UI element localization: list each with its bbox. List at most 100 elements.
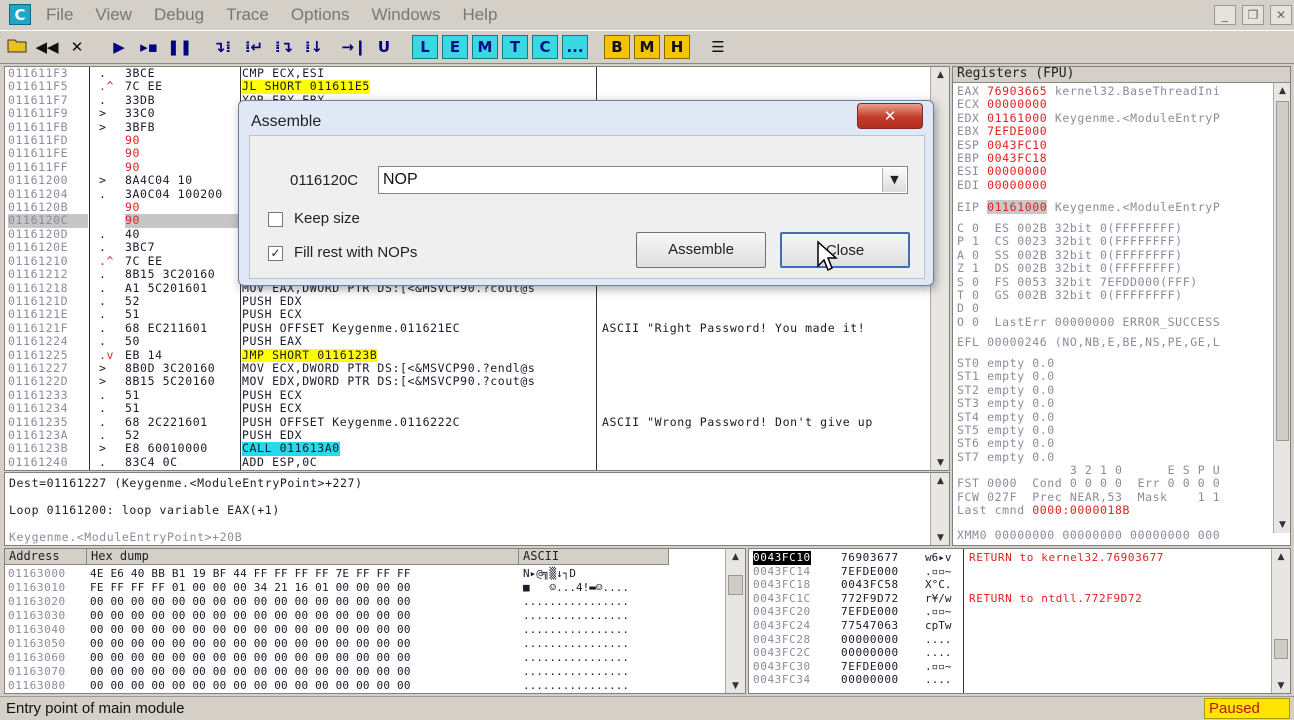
close-window-button[interactable]: ✕: [1270, 5, 1292, 25]
stack-value: 77547063: [841, 618, 899, 632]
trace-into-icon[interactable]: ⁞↴: [270, 35, 298, 59]
dump-address: 01163020: [8, 595, 66, 608]
list-icon[interactable]: ☰: [704, 35, 732, 59]
memory-breakpoints-button[interactable]: M: [634, 35, 660, 59]
app-icon[interactable]: C: [9, 4, 31, 25]
status-text: Entry point of main module: [6, 700, 185, 717]
log-window-button[interactable]: L: [412, 35, 438, 59]
stack-ascii: .▫▫~: [925, 605, 952, 619]
dialog-close-icon[interactable]: ✕: [857, 103, 923, 129]
disasm-hex: 83C4 0C: [125, 454, 178, 469]
pause-icon[interactable]: ❚❚: [166, 35, 192, 59]
menu-file[interactable]: File: [46, 5, 73, 25]
register-row[interactable]: ESP 0043FC10: [957, 138, 1220, 152]
registers-pane[interactable]: Registers (FPU) EAX 76903665 kernel32.Ba…: [952, 66, 1291, 546]
rewind-icon[interactable]: ◀◀: [34, 35, 60, 59]
hardware-breakpoints-button[interactable]: H: [664, 35, 690, 59]
menu-windows[interactable]: Windows: [371, 5, 440, 25]
executable-modules-button[interactable]: E: [442, 35, 468, 59]
dump-address-header[interactable]: Address: [5, 549, 87, 565]
minimize-button[interactable]: _: [1214, 5, 1236, 25]
register-row[interactable]: ESI 00000000: [957, 165, 1220, 178]
trace-over-icon[interactable]: ⁞↓: [300, 35, 328, 59]
open-icon[interactable]: [4, 35, 30, 59]
more-windows-button[interactable]: ...: [562, 35, 588, 59]
dump-ascii: ................: [523, 651, 629, 664]
disasm-hex: 8B15 5C20160: [125, 374, 216, 389]
disasm-marker: >: [99, 374, 107, 389]
disasm-marker: >: [99, 119, 107, 134]
dump-pane[interactable]: Address Hex dump ASCII 01163000 01163010 0…: [4, 548, 746, 694]
dropdown-arrow-icon[interactable]: ▼: [882, 168, 906, 192]
disasm-comment: [602, 362, 922, 375]
dump-hex: 00 00 00 00 00 00 00 00 00 00 00 00 00 0…: [90, 665, 411, 678]
disasm-command: PUSH ECX: [242, 307, 303, 322]
stack-pane[interactable]: 0043FC10 0043FC14 0043FC18 0043FC1C 0043FC20…: [748, 548, 1291, 694]
disasm-address: 011611F7: [8, 92, 69, 107]
register-row[interactable]: EBP 0043FC18: [957, 151, 1220, 165]
registers-scrollbar[interactable]: ▲ ▼: [1273, 83, 1290, 533]
disasm-command: PUSH OFFSET Keygenme.0116222C: [242, 414, 461, 429]
step-into-icon[interactable]: ↴⁞: [208, 35, 236, 59]
mouse-cursor-icon: [817, 240, 838, 272]
menu-options[interactable]: Options: [291, 5, 350, 25]
scroll-up-icon[interactable]: ▲: [931, 70, 949, 80]
cpu-button[interactable]: C: [532, 35, 558, 59]
disasm-hex-column: 3BCE 7C EE 33DB 33C0 3BFB 90 90 90 8A4C04 10 3A0C…: [125, 67, 241, 469]
execute-till-user-code-icon[interactable]: U: [370, 35, 398, 59]
stack-value: 00000000: [841, 646, 899, 660]
threads-button[interactable]: T: [502, 35, 528, 59]
dump-ascii: ................: [523, 595, 629, 608]
disasm-comment: [602, 456, 922, 469]
memory-map-button[interactable]: M: [472, 35, 498, 59]
dump-ascii: N▸@╗▒↓┐D: [523, 567, 629, 580]
dump-scrollbar[interactable]: ▲ ▼: [725, 549, 745, 693]
menu-debug[interactable]: Debug: [154, 5, 204, 25]
fpu-status-row: 3 2 1 0 E S P U: [957, 463, 1221, 477]
register-row[interactable]: ECX 00000000: [957, 98, 1220, 111]
breakpoints-button[interactable]: B: [604, 35, 630, 59]
execute-till-return-icon[interactable]: →❙: [340, 35, 368, 59]
disasm-command: PUSH EDX: [242, 293, 303, 308]
stack-scrollbar[interactable]: ▲ ▼: [1271, 549, 1290, 693]
flag-segment-row: P 1 CS 0023 32bit 0(FFFFFFFF): [957, 234, 1183, 249]
info-scrollbar[interactable]: ▲ ▼: [930, 473, 949, 545]
fill-nops-checkbox[interactable]: ✓: [268, 246, 283, 261]
close-icon[interactable]: ✕: [64, 35, 90, 59]
disasm-hex: 8A4C04 10: [125, 173, 193, 188]
flag-segment-row: Z 1 DS 002B 32bit 0(FFFFFFFF): [957, 261, 1183, 276]
register-row[interactable]: EBX 7EFDE000: [957, 125, 1220, 138]
fpu-stack-row: ST5 empty 0.0: [957, 423, 1055, 438]
menu-trace[interactable]: Trace: [226, 5, 269, 25]
stack-ascii: .▫▫~: [925, 564, 952, 578]
disasm-marker: >: [99, 360, 107, 375]
disasm-comment: [602, 429, 922, 442]
disasm-address: 01161240: [8, 454, 69, 469]
disasm-comment: [602, 402, 922, 415]
register-row[interactable]: EDX 01161000 Keygenme.<ModuleEntryP: [957, 111, 1220, 125]
register-row[interactable]: EAX 76903665 kernel32.BaseThreadIni: [957, 84, 1220, 98]
dump-ascii: ................: [523, 609, 629, 622]
menu-help[interactable]: Help: [462, 5, 497, 25]
assemble-button[interactable]: Assemble: [636, 232, 766, 268]
keep-size-checkbox[interactable]: [268, 212, 283, 227]
assemble-input-value[interactable]: NOP: [383, 171, 418, 189]
register-row[interactable]: EDI 00000000: [957, 178, 1220, 192]
run-icon[interactable]: ▶: [106, 35, 132, 59]
disasm-hex: 7C EE: [125, 79, 163, 94]
close-button[interactable]: Close: [780, 232, 910, 268]
dump-hex-header[interactable]: Hex dump: [87, 549, 519, 565]
scroll-down-icon[interactable]: ▼: [931, 458, 949, 468]
stack-ascii: .▫▫~: [925, 659, 952, 673]
flags-segments: C 0 ES 002B 32bit 0(FFFFFFFF) P 1 CS 0023…: [957, 221, 1220, 329]
pause-step-icon[interactable]: ▸▪: [136, 35, 162, 59]
menu-view[interactable]: View: [95, 5, 132, 25]
dump-ascii-header[interactable]: ASCII: [519, 549, 669, 565]
flag-segment-row: S 0 FS 0053 32bit 7EFDD000(FFF): [957, 274, 1198, 289]
disasm-address: 01161235: [8, 414, 69, 429]
restore-button[interactable]: ❐: [1242, 5, 1264, 25]
disasm-hex: 51: [125, 307, 141, 322]
assemble-input[interactable]: NOP ▼: [378, 166, 908, 194]
disasm-hex: 3BC7: [125, 240, 156, 255]
step-over-icon[interactable]: ⁞↵: [240, 35, 268, 59]
